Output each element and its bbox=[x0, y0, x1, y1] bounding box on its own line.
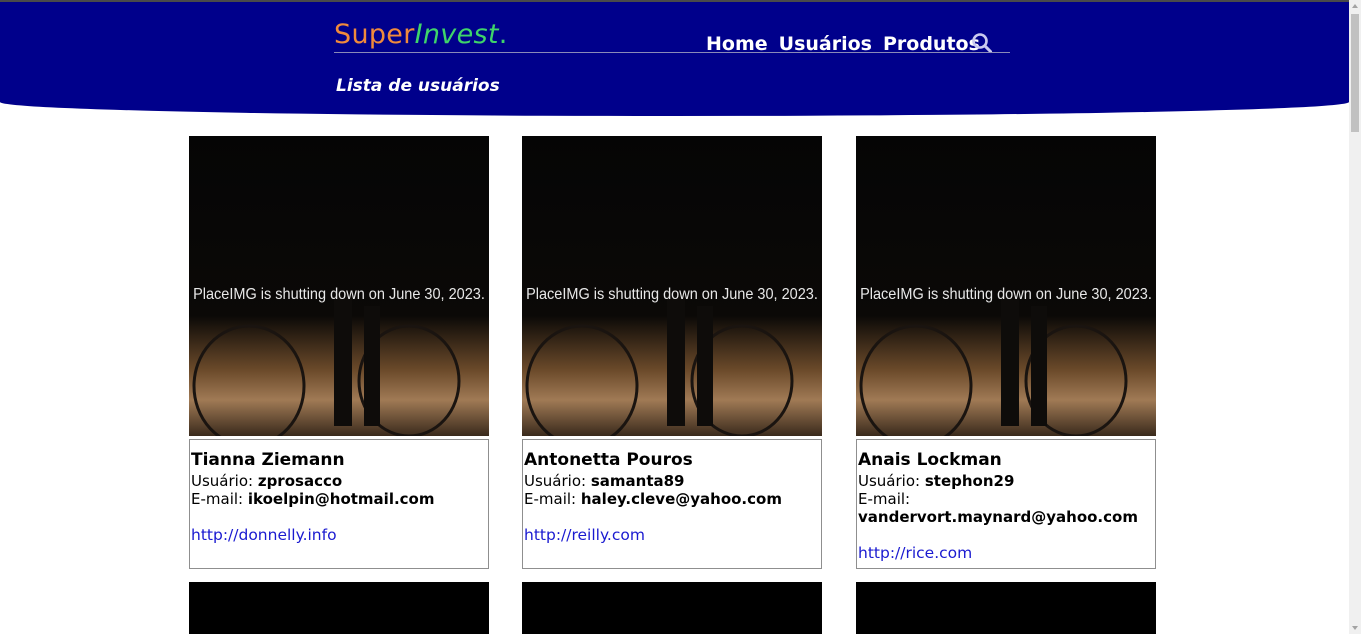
scroll-up-arrow-icon[interactable] bbox=[1349, 0, 1361, 12]
user-email: ikoelpin@hotmail.com bbox=[247, 490, 435, 508]
user-image bbox=[189, 582, 489, 634]
user-name: Anais Lockman bbox=[858, 450, 1002, 470]
user-website-link[interactable]: http://reilly.com bbox=[524, 526, 645, 544]
user-email: haley.cleve@yahoo.com bbox=[580, 490, 782, 508]
user-email-label-line: E-mail: bbox=[858, 490, 911, 508]
user-username: samanta89 bbox=[590, 472, 685, 490]
scroll-down-arrow-icon[interactable] bbox=[1349, 622, 1361, 634]
page-subtitle: Lista de usuários bbox=[336, 76, 500, 96]
user-image bbox=[522, 582, 822, 634]
user-username: zprosacco bbox=[257, 472, 343, 490]
user-email-line: vandervort.maynard@yahoo.com bbox=[858, 508, 1138, 526]
user-info-box: Antonetta Pouros Usuário: samanta89 E-ma… bbox=[522, 439, 822, 569]
main-nav: Home Usuários Produtos bbox=[706, 31, 991, 57]
user-image: PlaceIMG is shutting down on June 30, 20… bbox=[522, 136, 822, 436]
user-email: vandervort.maynard@yahoo.com bbox=[858, 508, 1138, 526]
user-info-box: Anais Lockman Usuário: stephon29 E-mail:… bbox=[856, 439, 1156, 569]
user-email-line: E-mail: haley.cleve@yahoo.com bbox=[524, 490, 782, 508]
user-image: PlaceIMG is shutting down on June 30, 20… bbox=[189, 136, 489, 436]
user-username-line: Usuário: zprosacco bbox=[191, 472, 343, 490]
user-website-link[interactable]: http://donnelly.info bbox=[191, 526, 337, 544]
scrollbar-thumb[interactable] bbox=[1351, 14, 1359, 132]
user-image bbox=[856, 582, 1156, 634]
image-caption: PlaceIMG is shutting down on June 30, 20… bbox=[860, 286, 1152, 304]
image-caption: PlaceIMG is shutting down on June 30, 20… bbox=[526, 286, 818, 304]
user-image: PlaceIMG is shutting down on June 30, 20… bbox=[856, 136, 1156, 436]
user-email-line: E-mail: ikoelpin@hotmail.com bbox=[191, 490, 435, 508]
header-divider bbox=[334, 52, 1010, 53]
image-caption: PlaceIMG is shutting down on June 30, 20… bbox=[193, 286, 485, 304]
user-username-line: Usuário: samanta89 bbox=[524, 472, 685, 490]
user-name: Antonetta Pouros bbox=[524, 450, 693, 470]
user-website-link[interactable]: http://rice.com bbox=[858, 544, 972, 562]
site-logo[interactable]: SuperInvest. bbox=[334, 18, 508, 52]
user-username-line: Usuário: stephon29 bbox=[858, 472, 1015, 490]
user-info-box: Tianna Ziemann Usuário: zprosacco E-mail… bbox=[189, 439, 489, 569]
search-icon[interactable] bbox=[971, 32, 993, 54]
page-scrollbar[interactable] bbox=[1349, 0, 1361, 634]
user-name: Tianna Ziemann bbox=[191, 450, 345, 470]
site-header: SuperInvest. Home Usuários Produtos List… bbox=[0, 2, 1349, 116]
user-username: stephon29 bbox=[924, 472, 1015, 490]
